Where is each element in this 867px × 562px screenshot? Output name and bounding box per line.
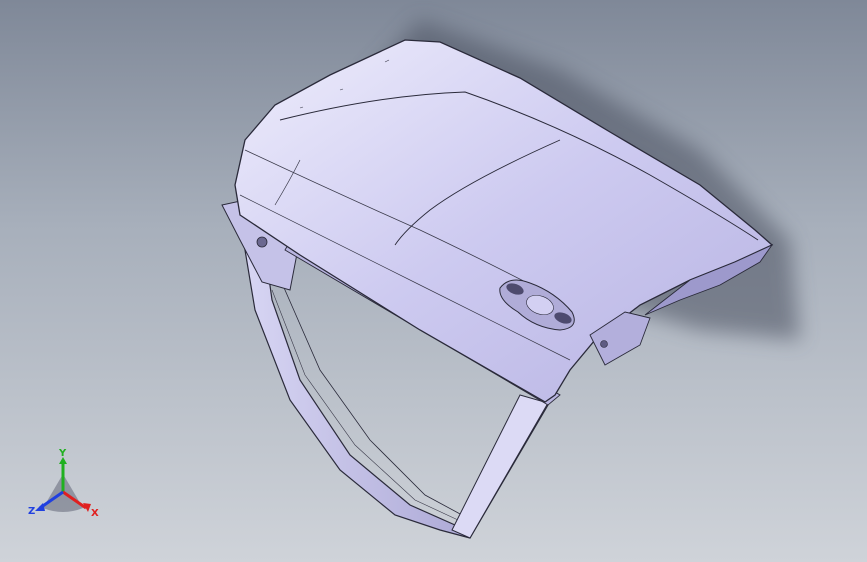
rear-bolt-icon (600, 340, 608, 348)
door-outer-panel[interactable] (234, 39, 774, 403)
coordinate-triad: Y X Z (28, 446, 108, 526)
hinge-hole (256, 236, 268, 248)
door-model[interactable] (0, 0, 867, 562)
cad-viewport[interactable]: Y X Z (0, 0, 867, 562)
z-axis-label: Z (28, 506, 35, 517)
y-axis-label: Y (58, 448, 67, 459)
b-pillar (451, 394, 549, 539)
x-axis-label: X (91, 508, 99, 519)
